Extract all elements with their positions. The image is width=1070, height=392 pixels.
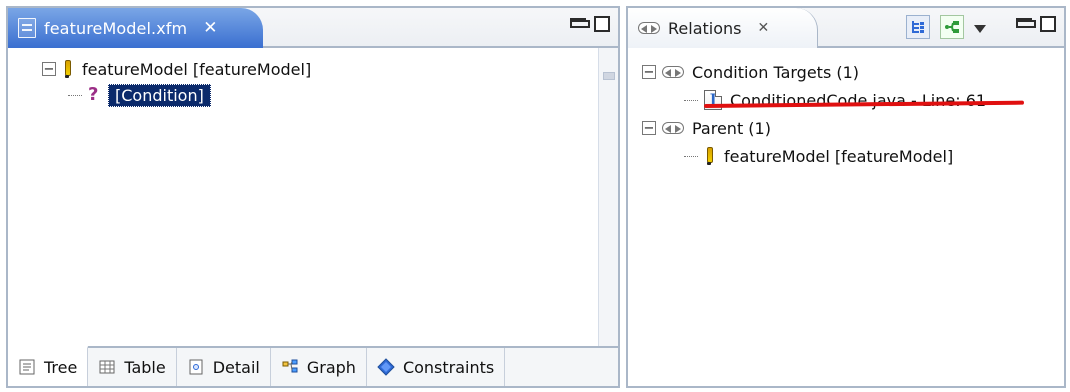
relations-label: Parent (1) — [692, 118, 771, 138]
scroll-thumb[interactable] — [603, 72, 615, 80]
tab-label: Tree — [44, 357, 78, 377]
relations-row-parent-item[interactable]: featureModel [featureModel] — [642, 142, 1054, 170]
tree-tab-icon — [18, 358, 36, 376]
selected-tree-label: [Condition] — [108, 83, 211, 107]
collapse-icon[interactable]: − — [642, 65, 656, 79]
editor-tab-title: featureModel.xfm — [44, 18, 188, 38]
feature-icon — [704, 146, 714, 166]
maximize-icon[interactable] — [594, 16, 610, 32]
collapse-icon[interactable]: − — [42, 62, 56, 76]
bottom-tab-bar: Tree Table Detail Graph Constraints — [8, 346, 618, 386]
tree-connector — [684, 99, 698, 101]
close-icon[interactable]: ✕ — [203, 18, 217, 38]
relations-panel: Relations ✕ − Condition Targets (1) J Co… — [626, 6, 1066, 388]
tree-connector — [68, 94, 82, 96]
collapse-icon[interactable]: − — [642, 121, 656, 135]
tab-graph[interactable]: Graph — [270, 348, 367, 386]
editor-panel: featureModel.xfm ✕ − featureModel [featu… — [6, 6, 620, 388]
tree-row-condition[interactable]: ? [Condition] — [42, 82, 610, 108]
relation-icon — [662, 122, 684, 134]
relation-icon — [662, 66, 684, 78]
view-menu-icon[interactable] — [974, 25, 986, 33]
tree-connector — [684, 155, 698, 157]
tree-label: featureModel [featureModel] — [82, 59, 312, 79]
condition-icon: ? — [88, 84, 99, 105]
relations-tree: − Condition Targets (1) J ConditionedCod… — [628, 48, 1064, 386]
tab-detail[interactable]: Detail — [176, 348, 271, 386]
relations-icon — [638, 22, 660, 34]
relations-tab-title: Relations — [668, 18, 742, 38]
minimize-icon[interactable] — [1016, 18, 1036, 30]
editor-window-controls — [570, 16, 610, 32]
constraints-tab-icon — [377, 358, 395, 376]
tree-view: − featureModel [featureModel] ? [Conditi… — [8, 48, 618, 346]
tree-row-featuremodel[interactable]: − featureModel [featureModel] — [42, 56, 610, 82]
app-window: featureModel.xfm ✕ − featureModel [featu… — [0, 0, 1070, 392]
vertical-scrollbar[interactable] — [598, 48, 618, 346]
file-icon — [18, 18, 36, 38]
close-icon[interactable]: ✕ — [757, 20, 769, 36]
editor-tab[interactable]: featureModel.xfm ✕ — [8, 8, 263, 48]
minimize-icon[interactable] — [570, 18, 590, 30]
graph-view-icon[interactable] — [940, 15, 964, 39]
tab-label: Graph — [306, 357, 356, 377]
relations-label: Condition Targets (1) — [692, 62, 860, 82]
relations-row-condition-targets[interactable]: − Condition Targets (1) — [642, 58, 1054, 86]
relations-row-parent[interactable]: − Parent (1) — [642, 114, 1054, 142]
table-tab-icon — [98, 358, 116, 376]
relations-parent-item-label: featureModel [featureModel] — [724, 146, 954, 166]
tab-label: Detail — [212, 357, 260, 377]
feature-icon — [62, 59, 72, 79]
tab-constraints[interactable]: Constraints — [366, 348, 506, 386]
detail-tab-icon — [187, 358, 205, 376]
tree-view-icon[interactable] — [906, 15, 930, 39]
editor-titlebar: featureModel.xfm ✕ — [8, 8, 618, 48]
tab-label: Table — [124, 357, 166, 377]
graph-tab-icon — [281, 358, 299, 376]
maximize-icon[interactable] — [1040, 16, 1056, 32]
tab-table[interactable]: Table — [88, 348, 177, 386]
relations-titlebar: Relations ✕ — [628, 8, 1064, 48]
relations-window-controls — [1016, 16, 1056, 32]
tab-label: Constraints — [402, 357, 495, 377]
relations-tab[interactable]: Relations ✕ — [628, 8, 818, 48]
tab-tree[interactable]: Tree — [8, 346, 89, 386]
relations-toolbar — [906, 15, 986, 39]
